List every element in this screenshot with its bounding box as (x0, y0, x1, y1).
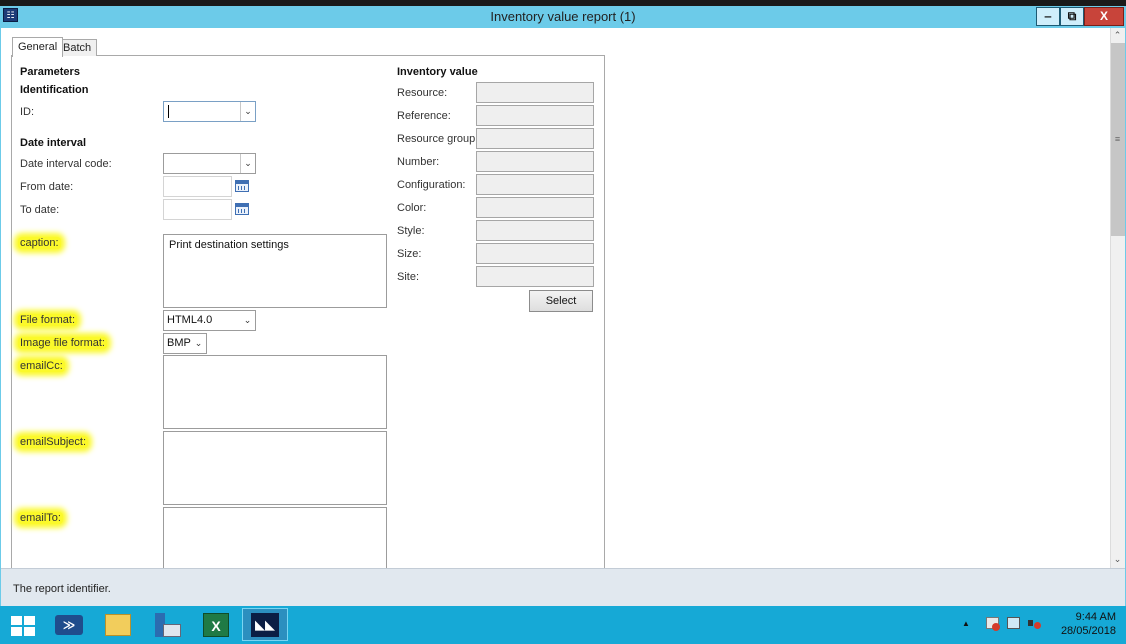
to-date-field[interactable] (163, 199, 232, 220)
scroll-up-arrow-icon[interactable]: ⌃ (1110, 29, 1125, 42)
network-icon[interactable] (1007, 617, 1020, 629)
from-date-field[interactable] (163, 176, 232, 197)
powershell-taskbar-button[interactable]: ≫ (46, 608, 92, 641)
server-manager-taskbar-button[interactable] (144, 608, 190, 641)
close-button[interactable]: X (1084, 7, 1124, 26)
status-text: The report identifier. (13, 583, 111, 595)
to-date-label: To date: (20, 204, 60, 216)
file-format-value: HTML4.0 (167, 314, 213, 326)
file-explorer-taskbar-button[interactable] (95, 608, 141, 641)
text-caret (168, 105, 169, 118)
chevron-down-icon[interactable]: ⌄ (191, 334, 206, 353)
inventory-value-heading: Inventory value (397, 66, 478, 78)
date-interval-code-label: Date interval code: (20, 158, 112, 170)
clock-time[interactable]: 9:44 AM (1046, 611, 1116, 623)
clock-date[interactable]: 28/05/2018 (1046, 625, 1116, 637)
id-combobox[interactable]: ⌄ (163, 101, 256, 122)
window-title: Inventory value report (1) (490, 9, 636, 24)
minimize-button[interactable]: ‒ (1036, 7, 1060, 26)
resource-group-field (476, 128, 594, 149)
reference-label: Reference: (397, 110, 451, 122)
excel-icon: X (203, 613, 229, 637)
from-date-label: From date: (20, 181, 74, 193)
email-cc-label: emailCc: (18, 360, 65, 372)
calendar-icon[interactable] (235, 203, 249, 215)
configuration-label: Configuration: (397, 179, 466, 191)
file-format-label: File format: (18, 314, 78, 326)
scroll-grip-icon: ≡ (1114, 134, 1121, 144)
folder-icon (105, 614, 131, 636)
id-label: ID: (20, 106, 35, 118)
parameters-heading: Parameters (20, 66, 80, 78)
calendar-icon[interactable] (235, 180, 249, 192)
date-interval-heading: Date interval (20, 137, 87, 149)
restore-button[interactable]: ⧉ (1060, 7, 1084, 26)
excel-taskbar-button[interactable]: X (193, 608, 239, 641)
scroll-down-arrow-icon[interactable]: ⌄ (1110, 553, 1125, 566)
caption-value: Print destination settings (169, 239, 289, 251)
resource-group-label: Resource group: (397, 133, 479, 145)
chevron-down-icon[interactable]: ⌄ (240, 311, 255, 330)
status-bar (1, 568, 1125, 606)
style-field (476, 220, 594, 241)
identification-heading: Identification (20, 84, 89, 96)
tab-general[interactable]: General (12, 37, 64, 57)
dynamics-ax-taskbar-button[interactable]: ◣◣ (242, 608, 288, 641)
email-to-textarea[interactable] (163, 507, 387, 569)
size-label: Size: (397, 248, 422, 260)
chevron-down-icon[interactable]: ⌄ (240, 102, 255, 121)
start-button[interactable] (0, 606, 46, 644)
style-label: Style: (397, 225, 425, 237)
site-field (476, 266, 594, 287)
reference-field (476, 105, 594, 126)
dynamics-ax-icon: ◣◣ (251, 613, 279, 637)
email-subject-label: emailSubject: (18, 436, 89, 448)
caption-label: caption: (18, 237, 61, 249)
file-format-combobox[interactable]: HTML4.0 ⌄ (163, 310, 256, 331)
size-field (476, 243, 594, 264)
windows-logo-icon (11, 616, 35, 636)
powershell-icon: ≫ (55, 615, 83, 635)
action-center-icon[interactable] (986, 617, 1000, 631)
site-label: Site: (397, 271, 420, 283)
email-cc-textarea[interactable] (163, 355, 387, 429)
volume-muted-icon[interactable] (1028, 617, 1041, 629)
color-label: Color: (397, 202, 427, 214)
select-button[interactable]: Select (529, 290, 593, 312)
configuration-field (476, 174, 594, 195)
image-file-format-value: BMP (167, 337, 191, 349)
resource-field (476, 82, 594, 103)
caption-textarea[interactable]: Print destination settings (163, 234, 387, 308)
show-hidden-icons-icon[interactable]: ▲ (962, 619, 970, 628)
number-label: Number: (397, 156, 440, 168)
number-field (476, 151, 594, 172)
image-file-format-combobox[interactable]: BMP ⌄ (163, 333, 207, 354)
resource-label: Resource: (397, 87, 448, 99)
color-field (476, 197, 594, 218)
email-to-label: emailTo: (18, 512, 63, 524)
email-subject-textarea[interactable] (163, 431, 387, 505)
date-interval-code-combobox[interactable]: ⌄ (163, 153, 256, 174)
image-file-format-label: Image file format: (18, 337, 107, 349)
chevron-down-icon[interactable]: ⌄ (240, 154, 255, 173)
